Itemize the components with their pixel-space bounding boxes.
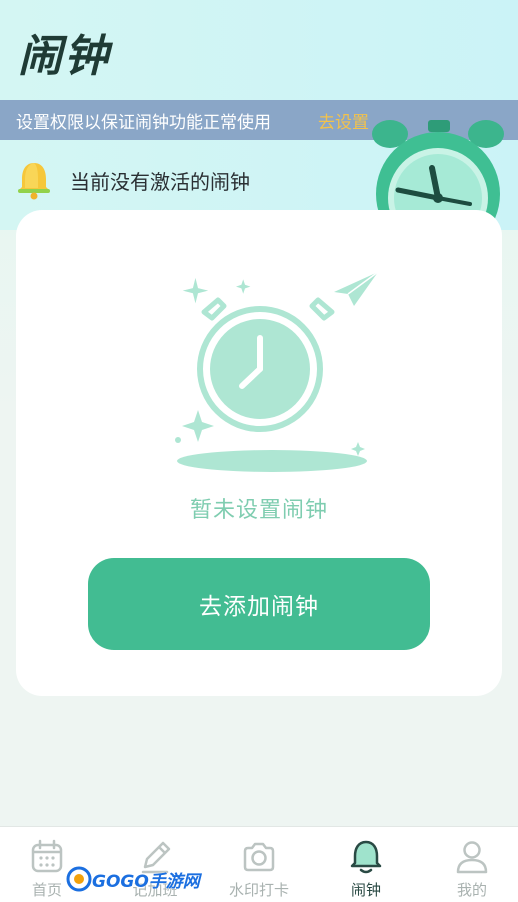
empty-clock-illustration-icon [175, 271, 379, 472]
add-alarm-button[interactable]: 去添加闹钟 [88, 558, 430, 650]
alarm-status-text: 当前没有激活的闹钟 [70, 169, 250, 194]
empty-alarm-card: 暂未设置闹钟 去添加闹钟 [16, 210, 502, 696]
user-icon [456, 841, 488, 874]
empty-state-text: 暂未设置闹钟 [189, 498, 328, 523]
page-title: 闹钟 [18, 31, 110, 82]
site-watermark: GOGO手游网 [66, 866, 200, 892]
permission-message: 设置权限以保证闹钟功能正常使用 [16, 112, 271, 133]
tab-watermark-checkin-label: 水印打卡 [228, 881, 289, 899]
calendar-icon [31, 839, 63, 873]
bell-icon [18, 163, 50, 200]
camera-icon [243, 842, 275, 872]
watermark-logo-icon [66, 866, 92, 892]
bell-icon [350, 840, 382, 874]
tab-watermark-checkin[interactable]: 水印打卡 [207, 827, 311, 902]
watermark-text: GOGO手游网 [92, 871, 200, 892]
tab-profile-label: 我的 [456, 881, 487, 899]
alarm-status-row: 当前没有激活的闹钟 [16, 160, 250, 200]
tab-alarm[interactable]: 闹钟 [314, 827, 418, 902]
tab-alarm-label: 闹钟 [350, 881, 381, 899]
tab-profile[interactable]: 我的 [420, 827, 518, 902]
